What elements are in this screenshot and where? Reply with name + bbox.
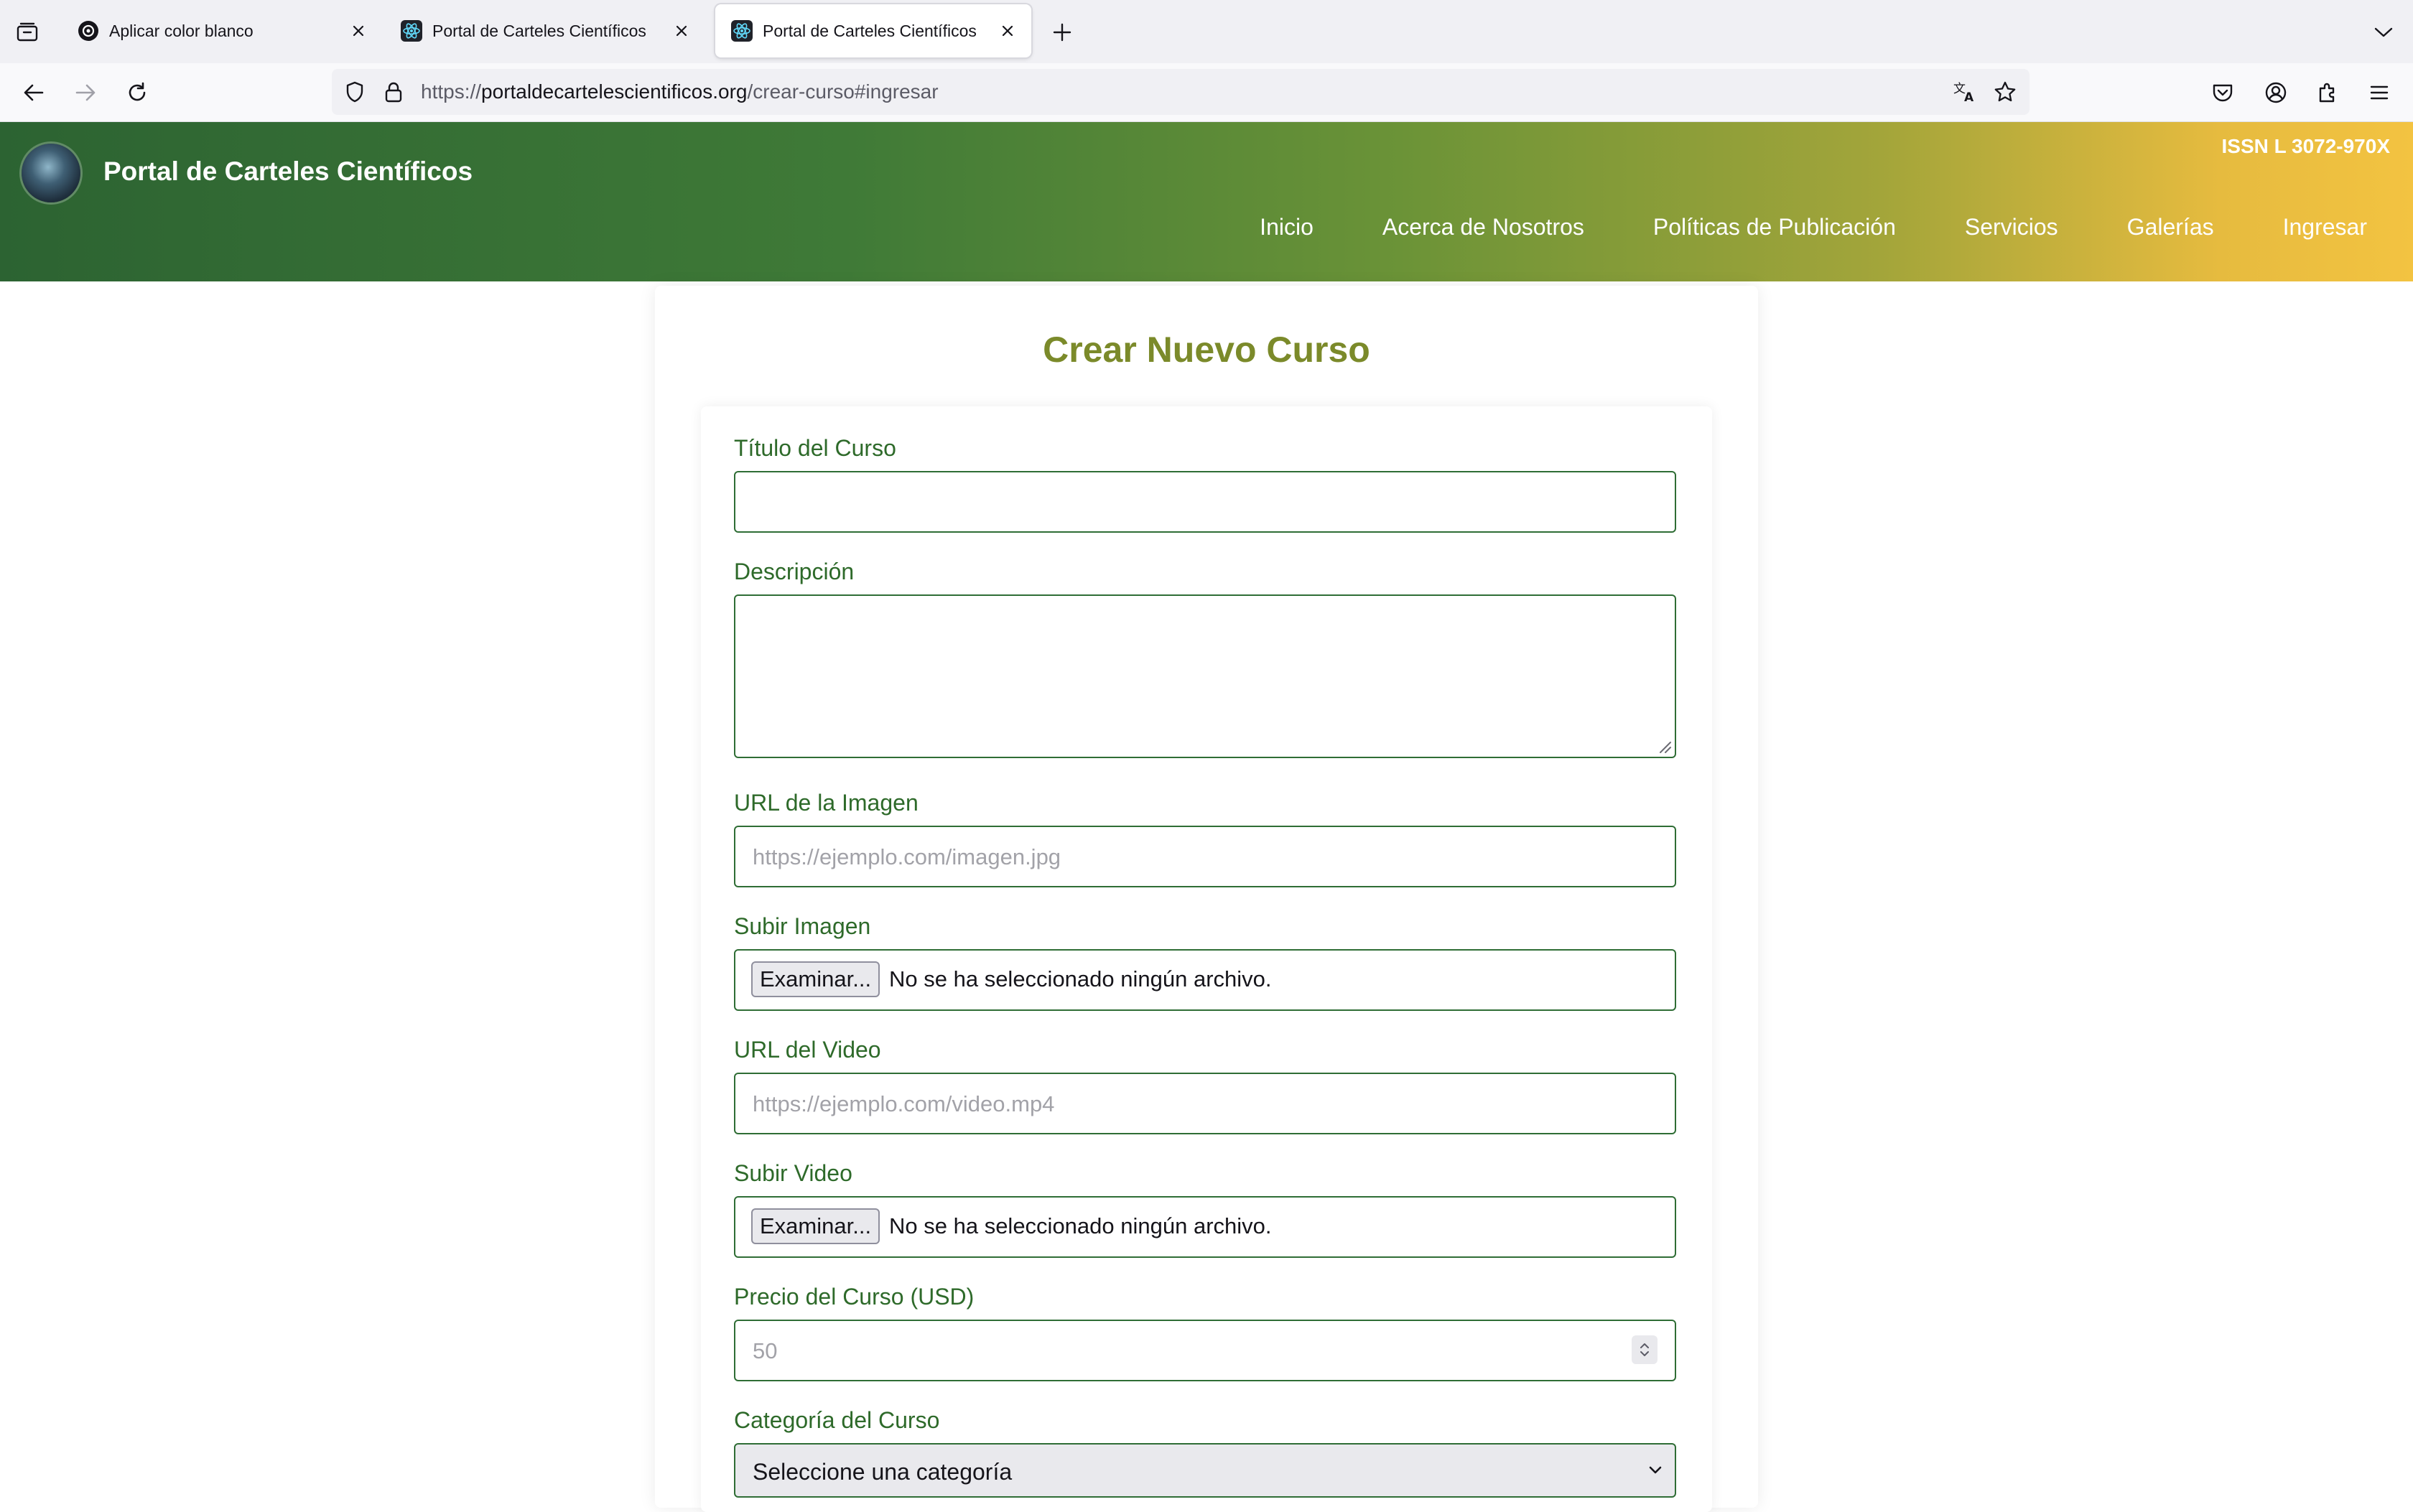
close-tab-icon[interactable] (348, 20, 369, 42)
course-title-label: Título del Curso (734, 435, 896, 461)
number-spinner-icon[interactable] (1632, 1335, 1658, 1364)
nav-politicas-de-publicacion[interactable]: Políticas de Publicación (1653, 214, 1896, 241)
browser-navigation-bar: https://portaldecartelescientificos.org/… (0, 63, 2413, 122)
bookmark-star-icon[interactable] (1989, 76, 2021, 108)
price-label: Precio del Curso (USD) (734, 1284, 975, 1310)
tab-portal-carteles-active[interactable]: Portal de Carteles Científicos (715, 4, 1031, 57)
url-path: /crear-curso#ingresar (747, 80, 939, 103)
description-label: Descripción (734, 559, 855, 584)
browser-tab-bar: Aplicar color blanco Portal de Carteles … (0, 0, 2413, 63)
video-url-placeholder: https://ejemplo.com/video.mp4 (753, 1091, 1055, 1116)
nav-galerias[interactable]: Galerías (2127, 214, 2214, 241)
lock-icon[interactable] (378, 76, 409, 108)
react-favicon-icon (731, 20, 753, 42)
svg-text:A: A (1964, 90, 1974, 103)
nav-acerca-de-nosotros[interactable]: Acerca de Nosotros (1382, 214, 1584, 241)
create-course-card: Crear Nuevo Curso Título del Curso Descr… (655, 286, 1758, 1512)
nav-ingresar[interactable]: Ingresar (2283, 214, 2367, 241)
site-logo[interactable] (22, 144, 80, 202)
nav-inicio[interactable]: Inicio (1260, 214, 1314, 241)
image-url-input[interactable]: https://ejemplo.com/imagen.jpg (734, 826, 1676, 887)
translate-icon[interactable]: 文A (1949, 76, 1981, 108)
category-selected-value: Seleccione una categoría (753, 1459, 1013, 1485)
tab-title: Aplicar color blanco (109, 21, 254, 40)
back-arrow-icon[interactable] (17, 76, 50, 109)
react-favicon-icon (401, 20, 422, 42)
tab-aplicar-color-blanco[interactable]: Aplicar color blanco (62, 4, 382, 57)
tracking-protection-shield-icon[interactable] (339, 76, 371, 108)
site-title[interactable]: Portal de Carteles Científicos (103, 157, 473, 187)
menu-hamburger-icon[interactable] (2363, 76, 2396, 109)
upload-image-label: Subir Imagen (734, 913, 871, 939)
nav-servicios[interactable]: Servicios (1965, 214, 2058, 241)
chevron-down-icon (1649, 1466, 1662, 1474)
close-tab-icon[interactable] (997, 20, 1018, 42)
image-file-status: No se ha seleccionado ningún archivo. (889, 966, 1272, 991)
video-url-input[interactable]: https://ejemplo.com/video.mp4 (734, 1073, 1676, 1134)
price-placeholder: 50 (753, 1338, 778, 1363)
openai-favicon-icon (78, 20, 99, 42)
resize-grip-icon[interactable] (1656, 738, 1672, 754)
image-url-placeholder: https://ejemplo.com/imagen.jpg (753, 844, 1061, 869)
price-number-input[interactable]: 50 (734, 1320, 1676, 1381)
pocket-icon[interactable] (2206, 76, 2239, 109)
forward-arrow-icon[interactable] (69, 76, 102, 109)
reload-icon[interactable] (121, 76, 154, 109)
new-tab-plus-icon[interactable] (1047, 17, 1077, 47)
list-all-tabs-chevron-icon[interactable] (2368, 17, 2399, 47)
main-nav: Inicio Acerca de Nosotros Políticas de P… (1191, 214, 2367, 241)
upload-video-file-input[interactable]: Examinar... No se ha seleccionado ningún… (734, 1196, 1676, 1258)
browse-image-button[interactable]: Examinar... (751, 961, 880, 997)
url-host: portaldecartelescientificos.org (481, 80, 748, 103)
site-header: Portal de Carteles Científicos ISSN L 30… (0, 122, 2413, 281)
browse-video-button[interactable]: Examinar... (751, 1208, 880, 1244)
url-scheme: https:// (421, 80, 482, 103)
video-file-status: No se ha seleccionado ningún archivo. (889, 1213, 1272, 1238)
firefox-view-icon[interactable] (13, 17, 42, 46)
tab-portal-carteles-1[interactable]: Portal de Carteles Científicos (385, 4, 705, 57)
course-title-input[interactable] (734, 471, 1676, 533)
account-icon[interactable] (2259, 76, 2292, 109)
tab-title: Portal de Carteles Científicos (763, 21, 977, 40)
image-url-label: URL de la Imagen (734, 790, 919, 816)
video-url-label: URL del Video (734, 1037, 881, 1063)
upload-video-label: Subir Video (734, 1160, 852, 1186)
extensions-puzzle-icon[interactable] (2311, 76, 2344, 109)
close-tab-icon[interactable] (671, 20, 692, 42)
category-select[interactable]: Seleccione una categoría (734, 1443, 1676, 1498)
category-label: Categoría del Curso (734, 1407, 940, 1433)
address-bar[interactable]: https://portaldecartelescientificos.org/… (332, 69, 2030, 115)
issn-label: ISSN L 3072-970X (2221, 135, 2390, 157)
page-title: Crear Nuevo Curso (1043, 330, 1370, 370)
upload-image-file-input[interactable]: Examinar... No se ha seleccionado ningún… (734, 949, 1676, 1011)
tab-title: Portal de Carteles Científicos (432, 21, 646, 40)
url-text[interactable]: https://portaldecartelescientificos.org/… (421, 80, 939, 103)
create-course-form: Título del Curso Descripción URL de la I… (701, 406, 1712, 1512)
description-textarea[interactable] (734, 594, 1676, 758)
